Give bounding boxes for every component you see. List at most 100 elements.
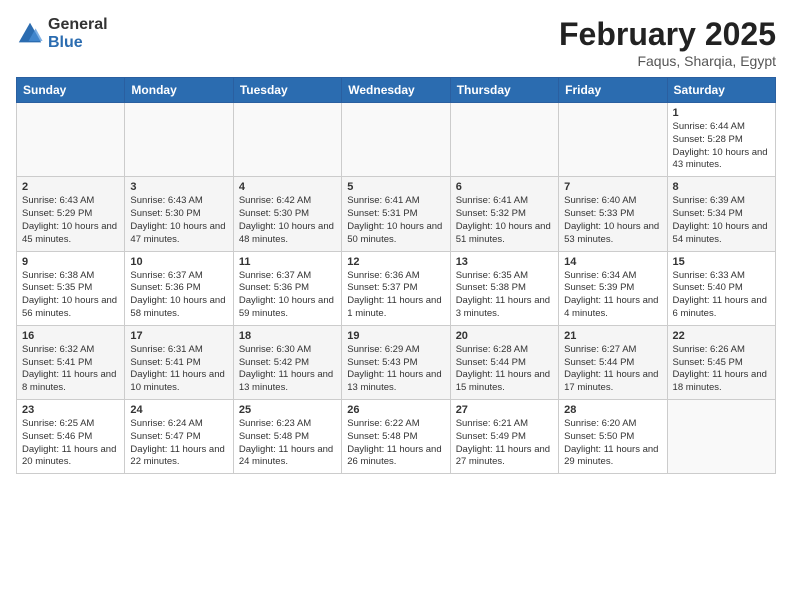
weekday-header: Friday — [559, 78, 667, 103]
day-info: Sunrise: 6:29 AM Sunset: 5:43 PM Dayligh… — [347, 344, 444, 395]
day-info: Sunrise: 6:41 AM Sunset: 5:31 PM Dayligh… — [347, 195, 444, 246]
table-row: 19 Sunrise: 6:29 AM Sunset: 5:43 PM Dayli… — [342, 325, 450, 399]
table-row: 3 Sunrise: 6:43 AM Sunset: 5:30 PM Daylig… — [125, 177, 233, 251]
day-number: 3 — [130, 181, 227, 193]
day-number: 14 — [564, 256, 661, 268]
table-row: 28 Sunrise: 6:20 AM Sunset: 5:50 PM Dayli… — [559, 400, 667, 474]
table-row: 25 Sunrise: 6:23 AM Sunset: 5:48 PM Dayli… — [233, 400, 341, 474]
table-row — [233, 103, 341, 177]
table-row: 17 Sunrise: 6:31 AM Sunset: 5:41 PM Dayli… — [125, 325, 233, 399]
day-info: Sunrise: 6:41 AM Sunset: 5:32 PM Dayligh… — [456, 195, 553, 246]
day-number: 1 — [673, 107, 770, 119]
table-row — [125, 103, 233, 177]
table-row — [17, 103, 125, 177]
location-subtitle: Faqus, Sharqia, Egypt — [559, 53, 776, 69]
table-row: 13 Sunrise: 6:35 AM Sunset: 5:38 PM Dayli… — [450, 251, 558, 325]
day-number: 18 — [239, 330, 336, 342]
day-number: 7 — [564, 181, 661, 193]
day-number: 10 — [130, 256, 227, 268]
day-info: Sunrise: 6:37 AM Sunset: 5:36 PM Dayligh… — [130, 270, 227, 321]
calendar-table: SundayMondayTuesdayWednesdayThursdayFrid… — [16, 77, 776, 474]
table-row: 23 Sunrise: 6:25 AM Sunset: 5:46 PM Dayli… — [17, 400, 125, 474]
table-row — [342, 103, 450, 177]
table-row: 4 Sunrise: 6:42 AM Sunset: 5:30 PM Daylig… — [233, 177, 341, 251]
day-number: 5 — [347, 181, 444, 193]
day-info: Sunrise: 6:34 AM Sunset: 5:39 PM Dayligh… — [564, 270, 661, 321]
table-row: 12 Sunrise: 6:36 AM Sunset: 5:37 PM Dayli… — [342, 251, 450, 325]
day-number: 27 — [456, 404, 553, 416]
day-info: Sunrise: 6:22 AM Sunset: 5:48 PM Dayligh… — [347, 418, 444, 469]
table-row: 2 Sunrise: 6:43 AM Sunset: 5:29 PM Daylig… — [17, 177, 125, 251]
day-info: Sunrise: 6:28 AM Sunset: 5:44 PM Dayligh… — [456, 344, 553, 395]
calendar-week-row: 9Sunrise: 6:38 AM Sunset: 5:35 PM Daylig… — [17, 251, 776, 325]
table-row: 24Sunrise: 6:24 AM Sunset: 5:47 PM Dayli… — [125, 400, 233, 474]
day-number: 12 — [347, 256, 444, 268]
day-info: Sunrise: 6:33 AM Sunset: 5:40 PM Dayligh… — [673, 270, 770, 321]
month-title: February 2025 — [559, 16, 776, 53]
title-block: February 2025 Faqus, Sharqia, Egypt — [559, 16, 776, 69]
day-number: 13 — [456, 256, 553, 268]
day-info: Sunrise: 6:39 AM Sunset: 5:34 PM Dayligh… — [673, 195, 770, 246]
day-info: Sunrise: 6:43 AM Sunset: 5:30 PM Dayligh… — [130, 195, 227, 246]
weekday-header: Saturday — [667, 78, 775, 103]
day-info: Sunrise: 6:40 AM Sunset: 5:33 PM Dayligh… — [564, 195, 661, 246]
day-info: Sunrise: 6:31 AM Sunset: 5:41 PM Dayligh… — [130, 344, 227, 395]
table-row: 11 Sunrise: 6:37 AM Sunset: 5:36 PM Dayli… — [233, 251, 341, 325]
calendar-header-row: SundayMondayTuesdayWednesdayThursdayFrid… — [17, 78, 776, 103]
table-row: 14 Sunrise: 6:34 AM Sunset: 5:39 PM Dayli… — [559, 251, 667, 325]
day-number: 25 — [239, 404, 336, 416]
table-row: 22 Sunrise: 6:26 AM Sunset: 5:45 PM Dayli… — [667, 325, 775, 399]
day-number: 23 — [22, 404, 119, 416]
weekday-header: Sunday — [17, 78, 125, 103]
calendar-week-row: 16Sunrise: 6:32 AM Sunset: 5:41 PM Dayli… — [17, 325, 776, 399]
weekday-header: Monday — [125, 78, 233, 103]
day-number: 15 — [673, 256, 770, 268]
day-number: 28 — [564, 404, 661, 416]
table-row: 18Sunrise: 6:30 AM Sunset: 5:42 PM Dayli… — [233, 325, 341, 399]
day-info: Sunrise: 6:25 AM Sunset: 5:46 PM Dayligh… — [22, 418, 119, 469]
day-info: Sunrise: 6:20 AM Sunset: 5:50 PM Dayligh… — [564, 418, 661, 469]
day-number: 6 — [456, 181, 553, 193]
weekday-header: Tuesday — [233, 78, 341, 103]
table-row: 21Sunrise: 6:27 AM Sunset: 5:44 PM Dayli… — [559, 325, 667, 399]
day-number: 4 — [239, 181, 336, 193]
day-info: Sunrise: 6:36 AM Sunset: 5:37 PM Dayligh… — [347, 270, 444, 321]
page-header: General Blue February 2025 Faqus, Sharqi… — [16, 16, 776, 69]
table-row: 8Sunrise: 6:39 AM Sunset: 5:34 PM Daylig… — [667, 177, 775, 251]
calendar-week-row: 1 Sunrise: 6:44 AM Sunset: 5:28 PM Daylig… — [17, 103, 776, 177]
day-info: Sunrise: 6:23 AM Sunset: 5:48 PM Dayligh… — [239, 418, 336, 469]
table-row: 15 Sunrise: 6:33 AM Sunset: 5:40 PM Dayli… — [667, 251, 775, 325]
day-number: 24 — [130, 404, 227, 416]
table-row — [450, 103, 558, 177]
table-row: 6 Sunrise: 6:41 AM Sunset: 5:32 PM Daylig… — [450, 177, 558, 251]
day-info: Sunrise: 6:43 AM Sunset: 5:29 PM Dayligh… — [22, 195, 119, 246]
table-row: 9Sunrise: 6:38 AM Sunset: 5:35 PM Daylig… — [17, 251, 125, 325]
logo-blue: Blue — [48, 34, 108, 52]
day-number: 17 — [130, 330, 227, 342]
day-number: 11 — [239, 256, 336, 268]
day-info: Sunrise: 6:21 AM Sunset: 5:49 PM Dayligh… — [456, 418, 553, 469]
day-info: Sunrise: 6:26 AM Sunset: 5:45 PM Dayligh… — [673, 344, 770, 395]
day-number: 16 — [22, 330, 119, 342]
day-info: Sunrise: 6:42 AM Sunset: 5:30 PM Dayligh… — [239, 195, 336, 246]
logo-icon — [16, 20, 44, 48]
table-row — [667, 400, 775, 474]
calendar-week-row: 23 Sunrise: 6:25 AM Sunset: 5:46 PM Dayli… — [17, 400, 776, 474]
day-number: 20 — [456, 330, 553, 342]
table-row: 5 Sunrise: 6:41 AM Sunset: 5:31 PM Daylig… — [342, 177, 450, 251]
table-row: 20 Sunrise: 6:28 AM Sunset: 5:44 PM Dayli… — [450, 325, 558, 399]
logo-general: General — [48, 16, 108, 34]
table-row: 10 Sunrise: 6:37 AM Sunset: 5:36 PM Dayli… — [125, 251, 233, 325]
table-row: 26 Sunrise: 6:22 AM Sunset: 5:48 PM Dayli… — [342, 400, 450, 474]
day-number: 26 — [347, 404, 444, 416]
calendar-week-row: 2 Sunrise: 6:43 AM Sunset: 5:29 PM Daylig… — [17, 177, 776, 251]
day-number: 19 — [347, 330, 444, 342]
table-row: 16Sunrise: 6:32 AM Sunset: 5:41 PM Dayli… — [17, 325, 125, 399]
day-number: 2 — [22, 181, 119, 193]
day-info: Sunrise: 6:44 AM Sunset: 5:28 PM Dayligh… — [673, 121, 770, 172]
day-info: Sunrise: 6:37 AM Sunset: 5:36 PM Dayligh… — [239, 270, 336, 321]
day-info: Sunrise: 6:35 AM Sunset: 5:38 PM Dayligh… — [456, 270, 553, 321]
table-row: 27 Sunrise: 6:21 AM Sunset: 5:49 PM Dayli… — [450, 400, 558, 474]
day-number: 22 — [673, 330, 770, 342]
table-row: 1 Sunrise: 6:44 AM Sunset: 5:28 PM Daylig… — [667, 103, 775, 177]
